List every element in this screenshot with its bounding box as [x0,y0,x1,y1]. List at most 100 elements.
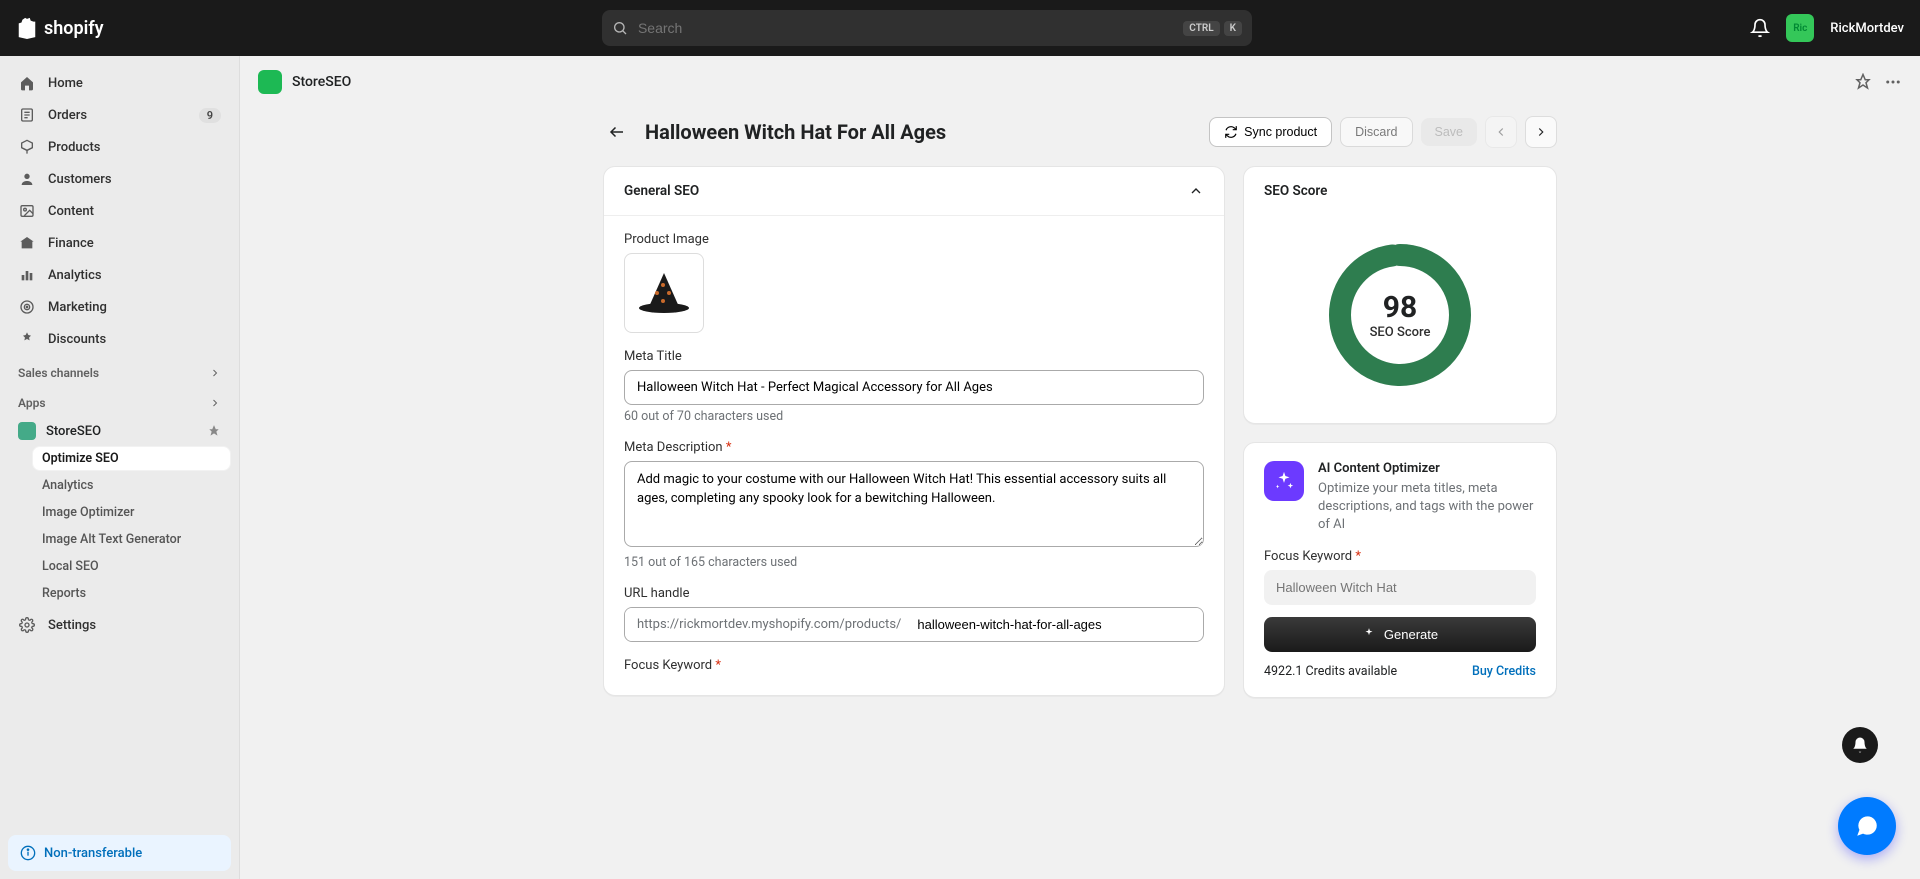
subnav-local-seo[interactable]: Local SEO [32,554,231,579]
nav-content[interactable]: Content [8,196,231,226]
meta-title-input[interactable] [624,370,1204,405]
shopify-bag-icon [16,16,38,40]
search-wrap: CTRL K [120,10,1735,46]
generate-button[interactable]: Generate [1264,617,1536,652]
orders-icon [18,106,36,124]
ai-focus-keyword-input[interactable] [1264,570,1536,605]
topbar: shopify CTRL K Ric RickMortdev [0,0,1920,56]
main-content: StoreSEO Halloween Witch Hat For All Age… [240,56,1920,879]
chat-button[interactable] [1838,797,1896,855]
nav-settings[interactable]: Settings [8,610,231,640]
chevron-right-icon [209,397,221,409]
subnav-image-optimizer[interactable]: Image Optimizer [32,500,231,525]
chevron-up-icon [1188,183,1204,199]
page-title: Halloween Witch Hat For All Ages [645,120,1195,144]
focus-keyword-label: Focus Keyword * [624,658,1204,673]
content-icon [18,202,36,220]
page-header: Halloween Witch Hat For All Ages Sync pr… [603,116,1557,148]
top-actions: Ric RickMortdev [1750,14,1904,42]
nav-home[interactable]: Home [8,68,231,98]
url-handle-label: URL handle [624,586,1204,601]
prev-button[interactable] [1485,116,1517,148]
score-ring: 98 SEO Score [1328,243,1472,387]
back-button[interactable] [603,118,631,146]
pin-icon[interactable] [1854,73,1872,91]
subnav-optimize-seo[interactable]: Optimize SEO [32,446,231,471]
product-image-label: Product Image [624,232,1204,247]
next-button[interactable] [1525,116,1557,148]
search-input[interactable] [638,20,1173,36]
orders-badge: 9 [199,108,221,123]
kbd-hint: CTRL K [1183,21,1242,36]
nav-marketing[interactable]: Marketing [8,292,231,322]
sparkle-icon [1264,461,1304,501]
url-handle-field: https://rickmortdev.myshopify.com/produc… [624,607,1204,642]
subnav-reports[interactable]: Reports [32,581,231,606]
section-sales-channels[interactable]: Sales channels [8,356,231,386]
app-storeseo[interactable]: StoreSEO [8,416,231,446]
chevron-left-icon [1494,125,1508,139]
credits-available: 4922.1 Credits available [1264,664,1397,679]
pin-icon[interactable] [207,424,221,438]
shopify-logo[interactable]: shopify [16,16,104,40]
discard-button[interactable]: Discard [1340,117,1412,147]
nav-products[interactable]: Products [8,132,231,162]
nav-finance[interactable]: Finance [8,228,231,258]
seo-score-heading: SEO Score [1244,167,1556,215]
info-icon [20,845,36,861]
bell-icon [1851,736,1869,754]
save-button[interactable]: Save [1421,118,1478,146]
meta-title-help: 60 out of 70 characters used [624,409,1204,424]
customers-icon [18,170,36,188]
sync-product-button[interactable]: Sync product [1209,117,1332,147]
arrow-left-icon [608,123,626,141]
meta-title-label: Meta Title [624,349,1204,364]
username[interactable]: RickMortdev [1830,21,1904,36]
ai-focus-keyword-label: Focus Keyword * [1264,549,1536,564]
storeseo-app-icon [258,70,282,94]
app-name: StoreSEO [292,74,351,90]
finance-icon [18,234,36,252]
gear-icon [18,616,36,634]
search-box[interactable]: CTRL K [602,10,1252,46]
bell-icon[interactable] [1750,18,1770,38]
meta-description-label: Meta Description * [624,440,1204,455]
url-handle-input[interactable] [913,608,1203,641]
nav-customers[interactable]: Customers [8,164,231,194]
analytics-icon [18,266,36,284]
notification-badge-button[interactable] [1842,727,1878,763]
app-header: StoreSEO [240,56,1920,108]
score-value: 98 [1383,290,1417,325]
chevron-right-icon [209,367,221,379]
search-icon [612,20,628,36]
storeseo-logo-icon [18,422,36,440]
section-apps[interactable]: Apps [8,386,231,416]
nav-orders[interactable]: Orders 9 [8,100,231,130]
marketing-icon [18,298,36,316]
chevron-right-icon [1534,125,1548,139]
home-icon [18,74,36,92]
sparkle-small-icon [1362,627,1376,641]
nav-analytics[interactable]: Analytics [8,260,231,290]
ai-description: Optimize your meta titles, meta descript… [1318,480,1536,535]
non-transferable-banner[interactable]: Non-transferable [8,835,231,871]
general-seo-card: General SEO Product Image [603,166,1225,696]
discounts-icon [18,330,36,348]
chat-icon [1854,813,1880,839]
subnav-alt-text-generator[interactable]: Image Alt Text Generator [32,527,231,552]
sync-icon [1224,125,1238,139]
more-icon[interactable] [1884,73,1902,91]
avatar[interactable]: Ric [1786,14,1814,42]
general-seo-header[interactable]: General SEO [604,167,1224,216]
url-prefix: https://rickmortdev.myshopify.com/produc… [625,608,913,641]
ai-title: AI Content Optimizer [1318,461,1536,476]
sidebar: Home Orders 9 Products Customers Content [0,56,240,879]
witch-hat-icon [637,269,691,317]
products-icon [18,138,36,156]
nav-discounts[interactable]: Discounts [8,324,231,354]
product-image-thumbnail[interactable] [624,253,704,333]
score-label: SEO Score [1370,325,1431,340]
buy-credits-link[interactable]: Buy Credits [1472,664,1536,679]
meta-description-input[interactable] [624,461,1204,547]
subnav-analytics[interactable]: Analytics [32,473,231,498]
